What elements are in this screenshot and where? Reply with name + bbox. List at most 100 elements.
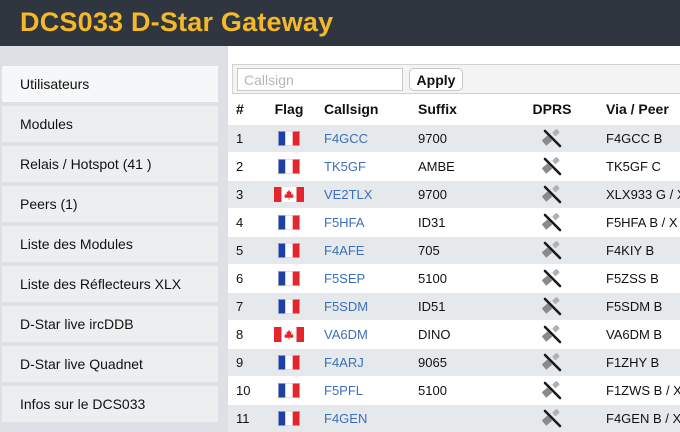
sidebar-item-liste-modules[interactable]: Liste des Modules bbox=[2, 226, 218, 262]
column-header-suffix[interactable]: Suffix bbox=[410, 94, 506, 124]
suffix-cell: 5100 bbox=[410, 263, 506, 292]
callsign-link[interactable]: F5HFA bbox=[324, 215, 364, 230]
users-table-body: 1 F4GCC 9700 F4GCC B 2 TK5GF AMBE TK5GF C 3 VE2TL… bbox=[228, 123, 680, 432]
row-number: 4 bbox=[228, 207, 262, 236]
sidebar-item-utilisateurs[interactable]: Utilisateurs bbox=[2, 66, 218, 102]
callsign-search-input[interactable] bbox=[237, 68, 403, 91]
via-peer-cell: F4GCC B bbox=[598, 123, 680, 152]
column-header-dprs[interactable]: DPRS bbox=[506, 94, 598, 124]
flag-france-icon bbox=[278, 355, 300, 371]
callsign-link[interactable]: F5SEP bbox=[324, 271, 365, 286]
row-number: 6 bbox=[228, 263, 262, 292]
column-header-via-peer[interactable]: Via / Peer bbox=[598, 94, 680, 124]
callsign-link[interactable]: F4GCC bbox=[324, 131, 368, 146]
flag-france-icon bbox=[278, 271, 300, 287]
suffix-cell bbox=[410, 403, 506, 432]
flag-france-icon bbox=[278, 243, 300, 259]
callsign-link[interactable]: F5SDM bbox=[324, 299, 368, 314]
sidebar-item-infos-dcs033[interactable]: Infos sur le DCS033 bbox=[2, 386, 218, 422]
callsign-cell: VA6DM bbox=[316, 319, 410, 348]
table-row: 3 VE2TLX 9700 XLX933 G / X bbox=[228, 179, 680, 208]
satellite-icon[interactable] bbox=[541, 268, 563, 288]
callsign-link[interactable]: F4ARJ bbox=[324, 355, 364, 370]
country-flag-cell bbox=[262, 375, 316, 404]
row-number: 9 bbox=[228, 347, 262, 376]
row-number: 2 bbox=[228, 151, 262, 180]
dprs-cell bbox=[506, 319, 598, 348]
callsign-link[interactable]: TK5GF bbox=[324, 159, 366, 174]
callsign-link[interactable]: F4GEN bbox=[324, 411, 367, 426]
dprs-cell bbox=[506, 291, 598, 320]
table-row: 5 F4AFE 705 F4KIY B bbox=[228, 235, 680, 264]
flag-canada-icon bbox=[274, 327, 304, 343]
users-table: # Flag Callsign Suffix DPRS Via / Peer 1… bbox=[228, 94, 680, 432]
table-row: 4 F5HFA ID31 F5HFA B / X bbox=[228, 207, 680, 236]
via-peer-cell: F4KIY B bbox=[598, 235, 680, 264]
satellite-icon[interactable] bbox=[541, 184, 563, 204]
satellite-icon[interactable] bbox=[541, 128, 563, 148]
sidebar-nav: Utilisateurs Modules Relais / Hotspot (41 … bbox=[0, 46, 228, 432]
callsign-link[interactable]: VE2TLX bbox=[324, 187, 372, 202]
row-number: 5 bbox=[228, 235, 262, 264]
callsign-cell: F5SEP bbox=[316, 263, 410, 292]
row-number: 1 bbox=[228, 123, 262, 152]
callsign-cell: F5SDM bbox=[316, 291, 410, 320]
suffix-cell: 9700 bbox=[410, 123, 506, 152]
callsign-cell: F4GCC bbox=[316, 123, 410, 152]
callsign-cell: F4GEN bbox=[316, 403, 410, 432]
via-peer-cell: F5HFA B / X bbox=[598, 207, 680, 236]
dprs-cell bbox=[506, 347, 598, 376]
via-peer-cell: F4GEN B / X bbox=[598, 403, 680, 432]
country-flag-cell bbox=[262, 403, 316, 432]
callsign-cell: F4ARJ bbox=[316, 347, 410, 376]
suffix-cell: ID51 bbox=[410, 291, 506, 320]
satellite-icon[interactable] bbox=[541, 156, 563, 176]
flag-france-icon bbox=[278, 383, 300, 399]
sidebar-item-dstar-live-quadnet[interactable]: D-Star live Quadnet bbox=[2, 346, 218, 382]
sidebar-item-relais-hotspot[interactable]: Relais / Hotspot (41 ) bbox=[2, 146, 218, 182]
table-row: 7 F5SDM ID51 F5SDM B bbox=[228, 291, 680, 320]
via-peer-cell: VA6DM B bbox=[598, 319, 680, 348]
country-flag-cell bbox=[262, 263, 316, 292]
via-peer-cell: F1ZHY B bbox=[598, 347, 680, 376]
column-header-flag[interactable]: Flag bbox=[262, 94, 316, 124]
row-number: 8 bbox=[228, 319, 262, 348]
flag-france-icon bbox=[278, 131, 300, 147]
page-title: DCS033 D-Star Gateway bbox=[20, 7, 334, 37]
sidebar-item-peers[interactable]: Peers (1) bbox=[2, 186, 218, 222]
sidebar-item-dstar-live-ircddb[interactable]: D-Star live ircDDB bbox=[2, 306, 218, 342]
suffix-cell: ID31 bbox=[410, 207, 506, 236]
country-flag-cell bbox=[262, 319, 316, 348]
satellite-icon[interactable] bbox=[541, 296, 563, 316]
dprs-cell bbox=[506, 179, 598, 208]
satellite-icon[interactable] bbox=[541, 380, 563, 400]
dprs-cell bbox=[506, 403, 598, 432]
suffix-cell: DINO bbox=[410, 319, 506, 348]
country-flag-cell bbox=[262, 151, 316, 180]
flag-france-icon bbox=[278, 215, 300, 231]
satellite-icon[interactable] bbox=[541, 212, 563, 232]
column-header-number[interactable]: # bbox=[228, 94, 262, 124]
satellite-icon[interactable] bbox=[541, 408, 563, 428]
callsign-link[interactable]: VA6DM bbox=[324, 327, 368, 342]
column-header-callsign[interactable]: Callsign bbox=[316, 94, 410, 124]
callsign-cell: F5PFL bbox=[316, 375, 410, 404]
dprs-cell bbox=[506, 375, 598, 404]
suffix-cell: 9700 bbox=[410, 179, 506, 208]
satellite-icon[interactable] bbox=[541, 352, 563, 372]
callsign-link[interactable]: F5PFL bbox=[324, 383, 363, 398]
country-flag-cell bbox=[262, 235, 316, 264]
sidebar-item-liste-reflecteurs-xlx[interactable]: Liste des Réflecteurs XLX bbox=[2, 266, 218, 302]
header-bar: DCS033 D-Star Gateway bbox=[0, 0, 680, 46]
dprs-cell bbox=[506, 235, 598, 264]
apply-button[interactable]: Apply bbox=[409, 68, 463, 91]
satellite-icon[interactable] bbox=[541, 324, 563, 344]
dprs-cell bbox=[506, 207, 598, 236]
sidebar-item-modules[interactable]: Modules bbox=[2, 106, 218, 142]
callsign-cell: VE2TLX bbox=[316, 179, 410, 208]
callsign-link[interactable]: F4AFE bbox=[324, 243, 364, 258]
main-content: Apply # Flag Callsign Suffix DPRS Via / … bbox=[228, 46, 680, 432]
satellite-icon[interactable] bbox=[541, 240, 563, 260]
flag-france-icon bbox=[278, 411, 300, 427]
suffix-cell: 9065 bbox=[410, 347, 506, 376]
